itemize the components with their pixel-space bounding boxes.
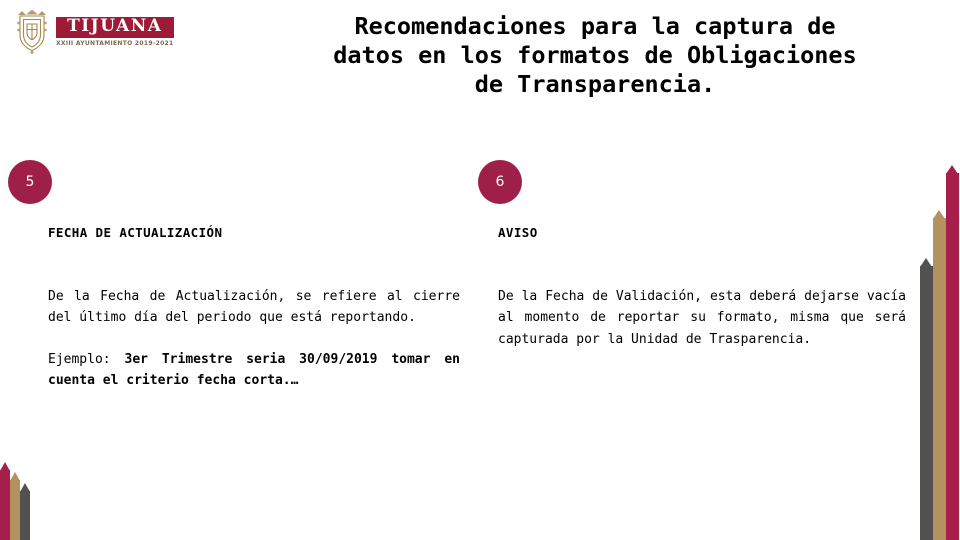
step-badge-5: 5 [8,160,52,204]
text-run: Ejemplo: [48,351,125,367]
paragraph-actualizacion-definition: De la Fecha de Actualización, se refiere… [48,286,460,329]
decor-bar-tip-icon [946,165,958,174]
content-column-right: AVISO De la Fecha de Validación, esta de… [498,226,906,350]
page-title-line-2: datos en los formatos de Obligaciones [333,41,857,69]
decorative-bars-left [0,0,32,540]
column-heading-aviso: AVISO [498,225,538,240]
decor-bar-tip-icon [933,210,945,219]
content-column-left: FECHA DE ACTUALIZACIÓN De la Fecha de Ac… [48,226,460,392]
decor-bar-tip-icon [920,258,932,267]
decor-bar-tip-icon [0,462,10,471]
decor-bar-tan [933,210,946,540]
decor-bar-shaft [920,266,933,540]
decor-bar-shaft [0,470,10,540]
decor-bar-shaft [933,218,946,540]
page-title: Recomendaciones para la captura de datos… [250,12,940,99]
slide-canvas: TIJUANA XXIII AYUNTAMIENTO 2019-2021 Rec… [0,0,960,540]
decor-bar-tan [10,472,20,540]
decor-bar-crimson [0,462,10,540]
decor-bar-tip-icon [10,472,20,481]
page-title-line-3: de Transparencia. [474,70,716,98]
paragraph-actualizacion-example: Ejemplo: 3er Trimestre seria 30/09/2019 … [48,349,460,392]
decor-bar-crimson [946,165,959,540]
decor-bar-shaft [20,491,30,540]
text-run: De la Fecha de Validación, esta deberá d… [498,288,906,347]
decor-bar-gray [920,258,933,540]
page-title-line-1: Recomendaciones para la captura de [354,12,836,40]
logo-wordmark: TIJUANA [56,17,174,38]
tijuana-logo: TIJUANA XXIII AYUNTAMIENTO 2019-2021 [12,6,174,58]
decor-bar-shaft [946,173,959,540]
text-run: De la Fecha de Actualización, se refiere… [48,288,460,326]
decor-bar-tip-icon [20,483,30,492]
paragraph-aviso-body: De la Fecha de Validación, esta deberá d… [498,286,906,351]
tijuana-coat-of-arms-icon [12,9,52,55]
logo-wordmark-group: TIJUANA XXIII AYUNTAMIENTO 2019-2021 [56,17,174,47]
step-badge-6: 6 [478,160,522,204]
column-heading-fecha-de-actualizacion: FECHA DE ACTUALIZACIÓN [48,225,223,240]
logo-subtitle: XXIII AYUNTAMIENTO 2019-2021 [56,39,174,47]
decor-bar-shaft [10,480,20,540]
decor-bar-gray [20,483,30,540]
